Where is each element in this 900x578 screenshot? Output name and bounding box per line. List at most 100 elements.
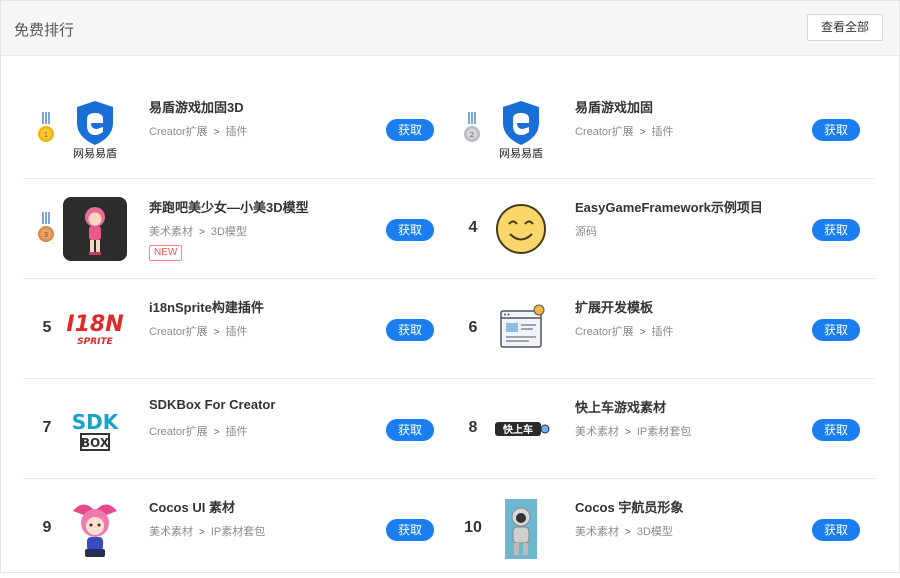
svg-text:2: 2 bbox=[470, 131, 474, 139]
svg-text:3: 3 bbox=[44, 231, 48, 239]
item-category: Creator扩展 > 插件 bbox=[575, 323, 674, 339]
item-category: 美术素材 >3D模型 bbox=[575, 523, 673, 539]
astronaut-character-icon bbox=[489, 497, 553, 561]
gold-medal-icon: 1 bbox=[38, 112, 54, 142]
item-name[interactable]: 易盾游戏加固 bbox=[575, 97, 653, 116]
chevron-right-icon: > bbox=[625, 427, 631, 438]
category-label[interactable]: Creator扩展 bbox=[149, 126, 208, 138]
item-category: Creator扩展 > 插件 bbox=[575, 123, 674, 139]
item-name[interactable]: Cocos 宇航员形象 bbox=[575, 497, 683, 516]
item-category: Creator扩展 > 插件 bbox=[149, 323, 248, 339]
category-label[interactable]: 美术素材 bbox=[575, 426, 619, 438]
bronze-medal-icon: 3 bbox=[38, 212, 54, 242]
anime-girl-3d-model-icon bbox=[63, 197, 127, 261]
item-name[interactable]: EasyGameFramework示例项目 bbox=[575, 197, 763, 216]
svg-text:SPRITE: SPRITE bbox=[77, 337, 113, 347]
ranking-row: 7 SDK BOX SDKBox For Creator Creator扩展 > 插… bbox=[23, 379, 875, 479]
svg-text:1: 1 bbox=[44, 131, 48, 139]
item-name[interactable]: SDKBox For Creator bbox=[149, 397, 275, 412]
category-label[interactable]: 美术素材 bbox=[149, 526, 193, 538]
get-button[interactable]: 获取 bbox=[812, 319, 860, 341]
panel-title: 免费排行 bbox=[14, 22, 75, 39]
category-label[interactable]: Creator扩展 bbox=[575, 126, 634, 138]
list-item[interactable]: 4 EasyGameFramework示例项目 源码 获取 bbox=[449, 179, 875, 278]
item-category: Creator扩展 > 插件 bbox=[149, 423, 248, 439]
svg-text:网易易盾: 网易易盾 bbox=[499, 147, 543, 160]
get-button[interactable]: 获取 bbox=[812, 119, 860, 141]
list-item[interactable]: 5 I18N SPRITE i18nSprite构建插件 Creator扩展 > 插… bbox=[23, 279, 449, 378]
get-button[interactable]: 获取 bbox=[386, 319, 434, 341]
svg-text:BOX: BOX bbox=[81, 436, 110, 450]
subcategory-label[interactable]: 插件 bbox=[226, 126, 248, 138]
rank-number: 6 bbox=[468, 319, 478, 336]
subcategory-label[interactable]: IP素材套包 bbox=[637, 426, 691, 438]
get-button[interactable]: 获取 bbox=[386, 419, 434, 441]
cartoon-character-icon bbox=[63, 497, 127, 561]
category-label[interactable]: Creator扩展 bbox=[149, 426, 208, 438]
list-item[interactable]: 1 网易易盾 易盾游戏加固3D Creator扩展 > 插件 获取 bbox=[23, 79, 449, 178]
free-ranking-panel: 免费排行 查看全部 1 网易易盾 易盾游戏加固3D Creator扩展 > 插件… bbox=[0, 0, 900, 573]
list-item[interactable]: 3 奔跑吧美少女—小美3D模型 美术素材 >3D模型 NEW 获取 bbox=[23, 179, 449, 278]
category-label[interactable]: 源码 bbox=[575, 226, 597, 238]
new-badge: NEW bbox=[149, 245, 183, 261]
category-label[interactable]: Creator扩展 bbox=[575, 326, 634, 338]
item-name[interactable]: i18nSprite构建插件 bbox=[149, 297, 264, 316]
category-label[interactable]: 美术素材 bbox=[149, 226, 193, 238]
panel-header: 免费排行 查看全部 bbox=[1, 1, 899, 56]
ranking-row: 9 Cocos UI 素材 美术素材 > IP素材套包 获取 10 Cocos … bbox=[23, 479, 875, 578]
ranking-row: 5 I18N SPRITE i18nSprite构建插件 Creator扩展 > 插… bbox=[23, 279, 875, 379]
silver-medal-icon: 2 bbox=[464, 112, 480, 142]
subcategory-label[interactable]: 3D模型 bbox=[211, 226, 247, 238]
category-label[interactable]: Creator扩展 bbox=[149, 326, 208, 338]
subcategory-label[interactable]: 3D模型 bbox=[637, 526, 673, 538]
ranking-grid: 1 网易易盾 易盾游戏加固3D Creator扩展 > 插件 获取 2 网易易盾… bbox=[23, 79, 875, 578]
get-button[interactable]: 获取 bbox=[812, 219, 860, 241]
rank-number: 9 bbox=[42, 519, 52, 536]
chevron-right-icon: > bbox=[639, 127, 646, 138]
list-item[interactable]: 7 SDK BOX SDKBox For Creator Creator扩展 > 插… bbox=[23, 379, 449, 478]
get-button[interactable]: 获取 bbox=[386, 219, 434, 241]
chevron-right-icon: > bbox=[213, 327, 220, 338]
list-item[interactable]: 10 Cocos 宇航员形象 美术素材 >3D模型 获取 bbox=[449, 479, 875, 578]
item-name[interactable]: 易盾游戏加固3D bbox=[149, 97, 244, 116]
item-name[interactable]: 快上车游戏素材 bbox=[575, 397, 666, 416]
subcategory-label[interactable]: 插件 bbox=[226, 326, 248, 338]
rank-number: 4 bbox=[468, 219, 478, 236]
rank-number: 10 bbox=[464, 519, 482, 536]
ranking-row: 3 奔跑吧美少女—小美3D模型 美术素材 >3D模型 NEW 获取 4 Easy… bbox=[23, 179, 875, 279]
item-category: 美术素材 > IP素材套包 bbox=[149, 523, 265, 539]
get-button[interactable]: 获取 bbox=[386, 119, 434, 141]
list-item[interactable]: 6 扩展开发模板 Creator扩展 > 插件 获取 bbox=[449, 279, 875, 378]
item-name[interactable]: 奔跑吧美少女—小美3D模型 bbox=[149, 197, 309, 216]
kuaishangche-logo-icon: 快上车 bbox=[489, 397, 553, 461]
list-item[interactable]: 8 快上车 快上车游戏素材 美术素材 > IP素材套包 获取 bbox=[449, 379, 875, 478]
item-name[interactable]: Cocos UI 素材 bbox=[149, 497, 235, 516]
item-name[interactable]: 扩展开发模板 bbox=[575, 297, 653, 316]
subcategory-label[interactable]: 插件 bbox=[226, 426, 248, 438]
list-item[interactable]: 2 网易易盾 易盾游戏加固 Creator扩展 > 插件 获取 bbox=[449, 79, 875, 178]
svg-text:快上车: 快上车 bbox=[502, 423, 533, 436]
item-category: 源码 bbox=[575, 223, 597, 239]
list-item[interactable]: 9 Cocos UI 素材 美术素材 > IP素材套包 获取 bbox=[23, 479, 449, 578]
category-label[interactable]: 美术素材 bbox=[575, 526, 619, 538]
template-window-icon bbox=[489, 297, 553, 361]
view-all-button[interactable]: 查看全部 bbox=[807, 14, 883, 41]
subcategory-label[interactable]: 插件 bbox=[652, 326, 674, 338]
chevron-right-icon: > bbox=[625, 527, 631, 538]
sdkbox-logo-icon: SDK BOX bbox=[63, 397, 127, 461]
subcategory-label[interactable]: 插件 bbox=[652, 126, 674, 138]
item-category: 美术素材 >3D模型 bbox=[149, 223, 247, 239]
netease-yidun-logo-icon: 网易易盾 bbox=[63, 97, 127, 161]
get-button[interactable]: 获取 bbox=[386, 519, 434, 541]
item-category: Creator扩展 > 插件 bbox=[149, 123, 248, 139]
subcategory-label[interactable]: IP素材套包 bbox=[211, 526, 265, 538]
ranking-row: 1 网易易盾 易盾游戏加固3D Creator扩展 > 插件 获取 2 网易易盾… bbox=[23, 79, 875, 179]
netease-yidun-logo-icon: 网易易盾 bbox=[489, 97, 553, 161]
rank-number: 8 bbox=[468, 419, 478, 436]
rank-number: 5 bbox=[42, 319, 52, 336]
chevron-right-icon: > bbox=[213, 127, 220, 138]
get-button[interactable]: 获取 bbox=[812, 419, 860, 441]
svg-text:SDK: SDK bbox=[72, 410, 120, 434]
get-button[interactable]: 获取 bbox=[812, 519, 860, 541]
chevron-right-icon: > bbox=[199, 227, 205, 238]
